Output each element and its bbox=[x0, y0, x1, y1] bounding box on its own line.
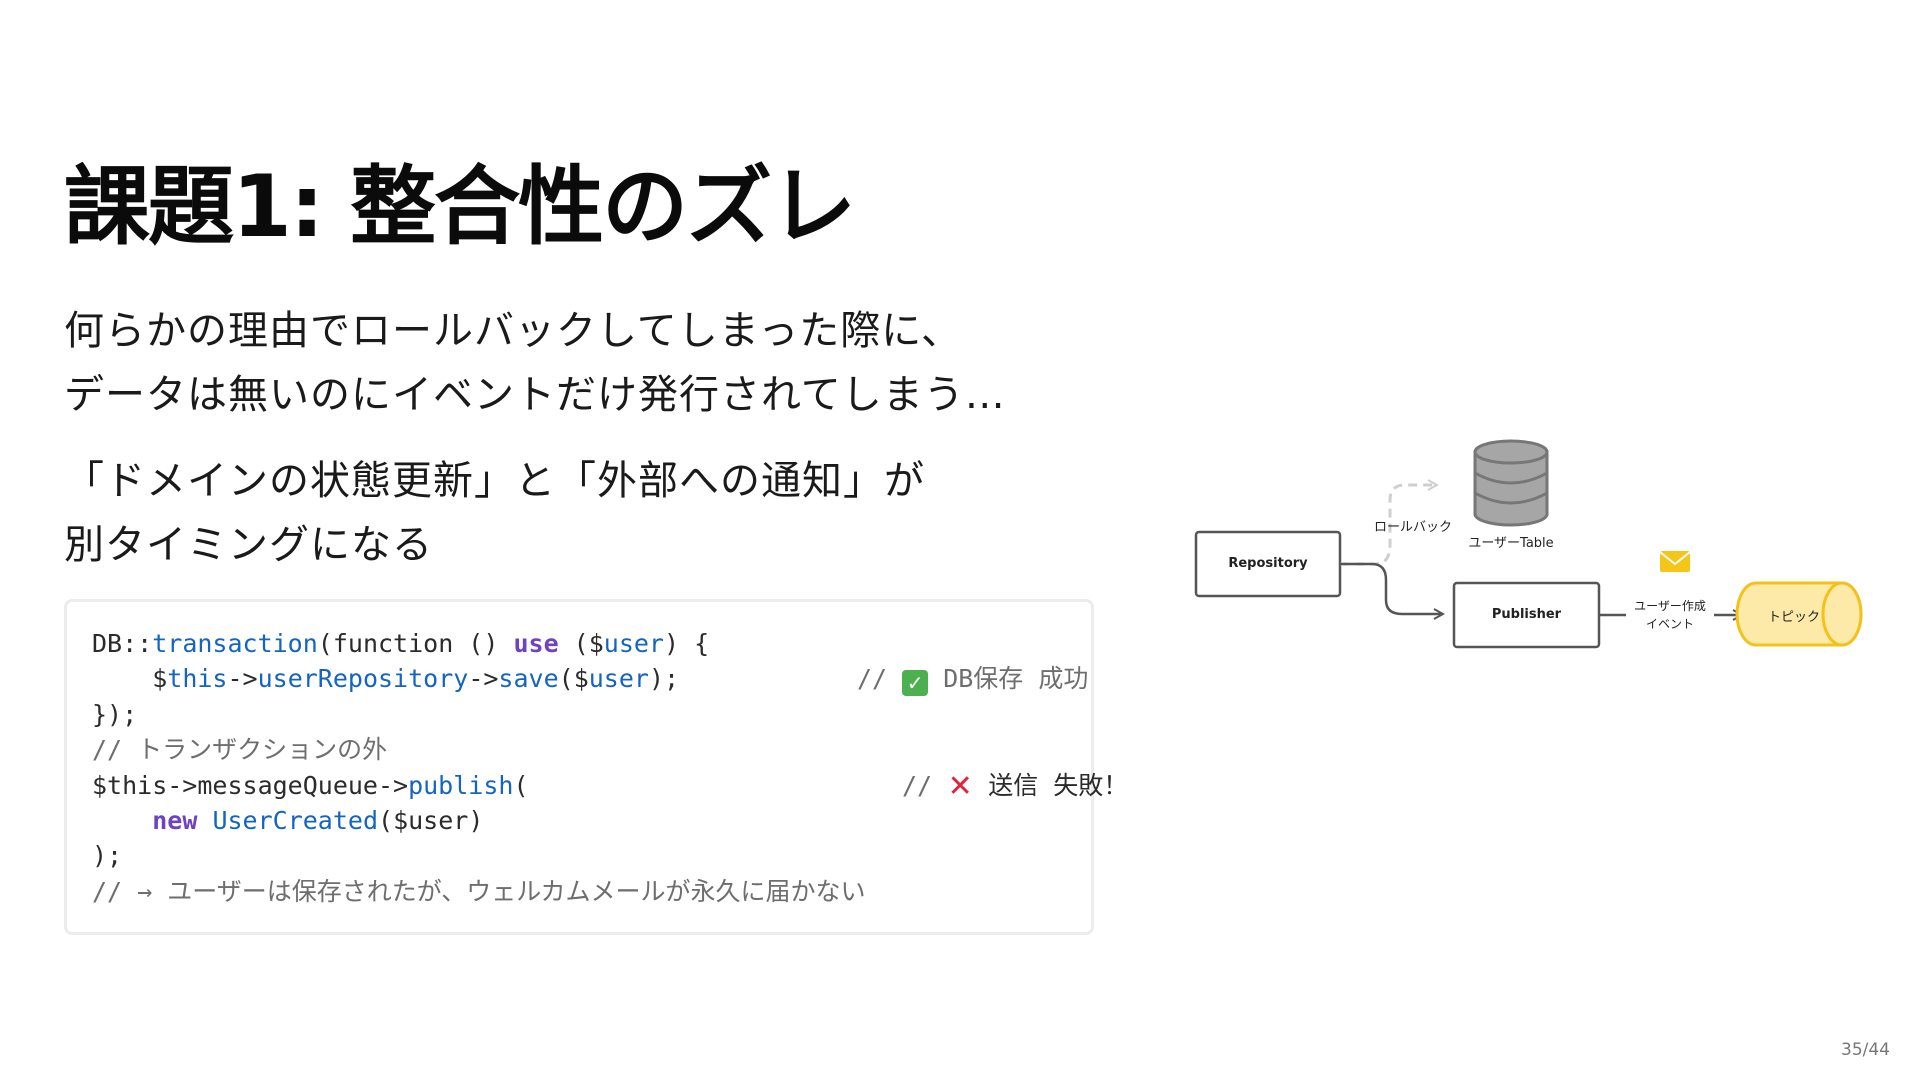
topic-label: トピック bbox=[1767, 610, 1820, 625]
problem-line-1: 何らかの理由でロールバックしてしまった際に、 bbox=[64, 308, 962, 354]
code-token: ($ bbox=[558, 629, 604, 658]
slide: 課題1: 整合性のズレ 何らかの理由でロールバックしてしまった際に、 データは無… bbox=[0, 0, 1920, 1080]
code-token: ($ bbox=[558, 664, 589, 694]
comment-prefix: // bbox=[857, 664, 903, 694]
code-line-4: // トランザクションの外 bbox=[92, 735, 388, 765]
check-mark-icon: ✓ bbox=[902, 670, 929, 697]
code-token: ( bbox=[513, 770, 529, 800]
code-line-6: new UserCreated($user) bbox=[92, 803, 1067, 838]
event-label-line-1: ユーザー作成 bbox=[1634, 599, 1706, 613]
code-token: new bbox=[152, 805, 198, 835]
comment-text: 送信 失敗！ bbox=[973, 770, 1129, 800]
code-token: user bbox=[603, 629, 664, 658]
comment-text: DB保存 成功 bbox=[928, 664, 1089, 694]
code-token: userRepository bbox=[257, 664, 469, 694]
repository-label: Repository bbox=[1228, 556, 1308, 571]
code-token: this bbox=[167, 664, 228, 694]
database-icon bbox=[1473, 439, 1549, 527]
code-line-3: }); bbox=[92, 699, 138, 729]
event-label-line-2: イベント bbox=[1645, 617, 1694, 631]
code-block: DB::transaction(function () use ($user) … bbox=[64, 599, 1128, 935]
code-line-7: ); bbox=[92, 841, 123, 871]
cross-mark-icon: ✕ bbox=[947, 768, 973, 804]
code-token: DB:: bbox=[92, 629, 153, 658]
comment-prefix: // bbox=[902, 770, 948, 800]
problem-line-2: データは無いのにイベントだけ発行されてしまう… bbox=[64, 372, 1006, 418]
event-label: ユーザー作成 イベント bbox=[1620, 597, 1720, 633]
code-token: save bbox=[498, 664, 559, 694]
publisher-label: Publisher bbox=[1491, 607, 1562, 622]
code-token: transaction bbox=[152, 629, 318, 658]
failure-comment: // ✕ 送信 失敗！ bbox=[902, 768, 1128, 803]
code-line-2: $this->userRepository->save($user);// ✓ … bbox=[92, 661, 1088, 697]
envelope-icon bbox=[1659, 551, 1691, 572]
code-line-1: DB::transaction(function () use ($user) … bbox=[92, 626, 1067, 661]
problem-description: 何らかの理由でロールバックしてしまった際に、 データは無いのにイベントだけ発行さ… bbox=[64, 299, 1006, 427]
code-token: ) { bbox=[664, 629, 710, 658]
code-token: use bbox=[513, 629, 559, 658]
code-token: ); bbox=[648, 664, 680, 694]
db-table-label: ユーザーTable bbox=[1468, 536, 1554, 551]
code-line-8: // → ユーザーは保存されたが、ウェルカムメールが永久に届かない bbox=[92, 876, 866, 906]
slide-title: 課題1: 整合性のズレ bbox=[64, 157, 856, 257]
rollback-label: ロールバック bbox=[1373, 520, 1452, 535]
flow-diagram: Repository Publisher ロールバック ユーザーTable ユー… bbox=[1190, 435, 1910, 655]
code-token: -> bbox=[227, 664, 258, 694]
success-comment: // ✓ DB保存 成功 bbox=[857, 661, 1089, 697]
code-token: user bbox=[588, 664, 649, 694]
code-line-5: $this->messageQueue->publish( // ✕ 送信 失敗！ bbox=[92, 768, 1128, 803]
code-token: publish bbox=[408, 770, 514, 800]
code-token: $ bbox=[92, 664, 168, 694]
cause-line-2: 別タイミングになる bbox=[64, 522, 433, 568]
publish-arrow bbox=[1340, 562, 1443, 614]
code-token: (function () bbox=[317, 629, 514, 658]
code-token: ($user) bbox=[378, 805, 484, 835]
cause-description: 「ドメインの状態更新」と「外部への通知」が 別タイミングになる bbox=[64, 449, 925, 577]
page-number: 35/44 bbox=[1841, 1040, 1890, 1060]
code-token: $this->messageQueue-> bbox=[92, 770, 409, 800]
code-token: UserCreated bbox=[212, 805, 379, 835]
cause-line-1: 「ドメインの状態更新」と「外部への通知」が bbox=[64, 458, 925, 504]
code-token: -> bbox=[468, 664, 499, 694]
